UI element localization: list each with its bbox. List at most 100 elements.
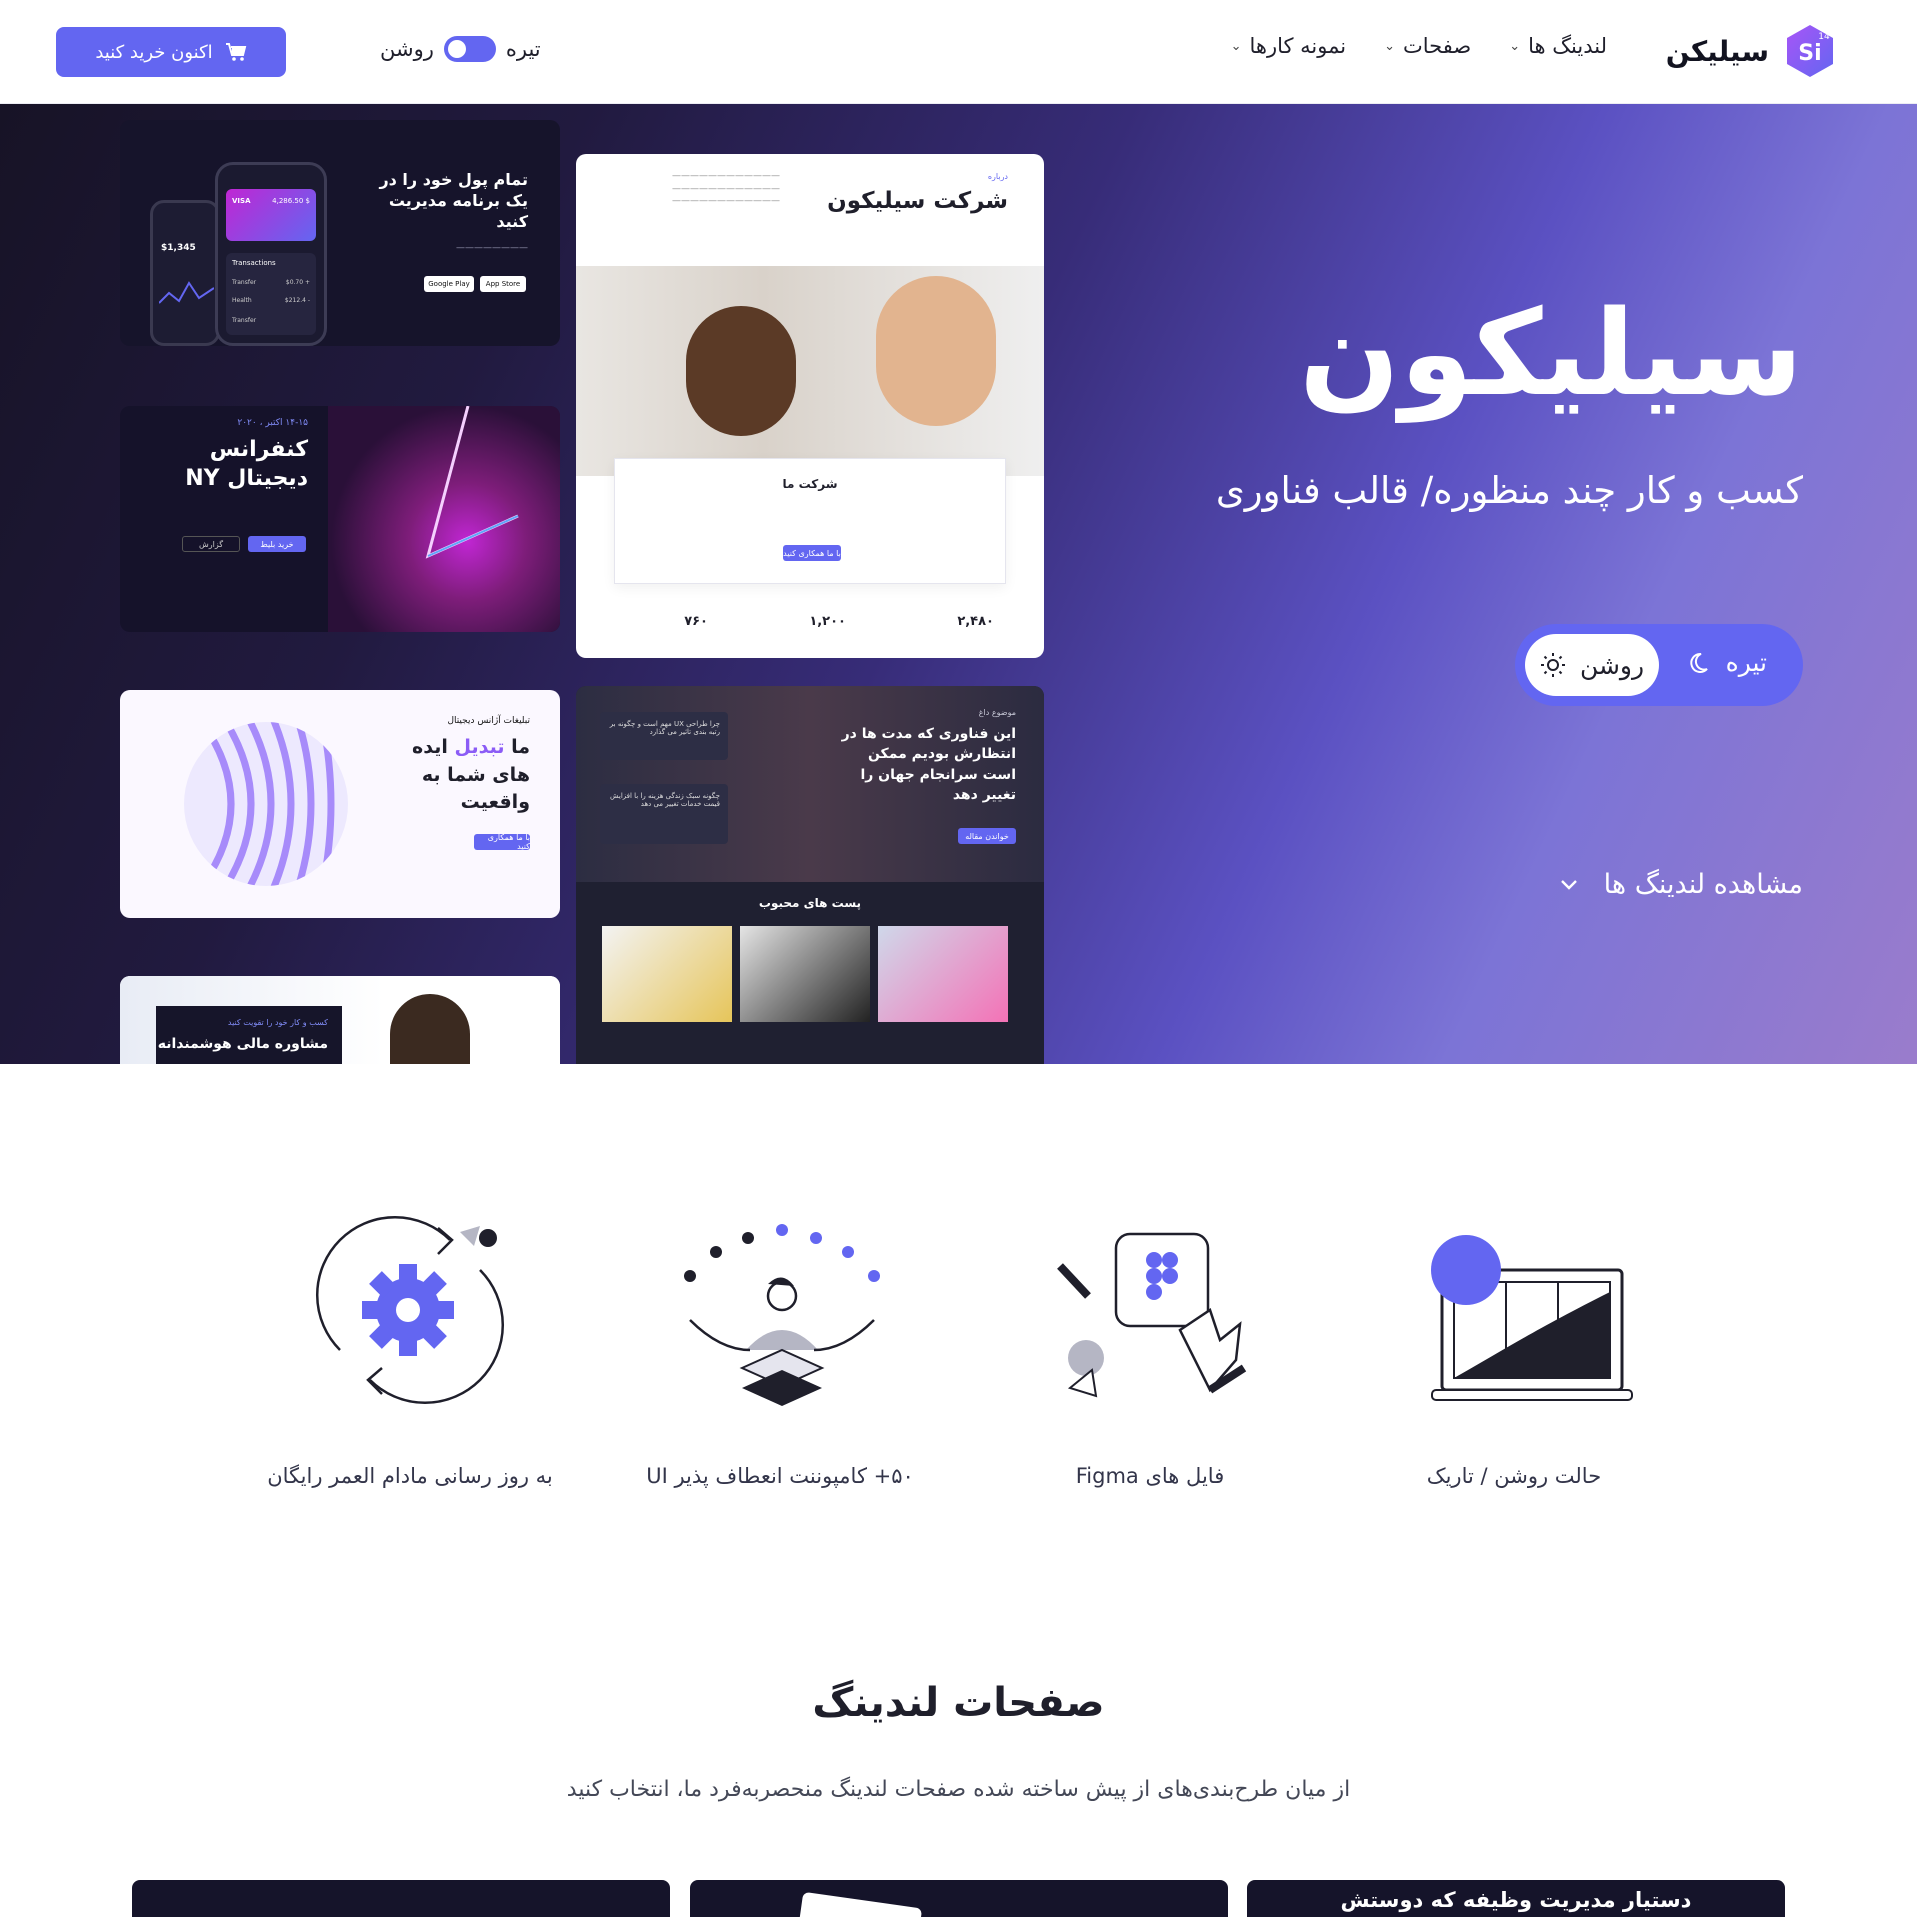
app-store-badge[interactable]: App Store [480, 276, 526, 292]
company-description: ———————————— ———————————— ———————————— [672, 171, 780, 207]
figma-tools-icon [1057, 1232, 1247, 1398]
moon-icon [1689, 652, 1708, 673]
features-section: حالت روشن / تاریک فایل های Figma ۵۰+ کام… [0, 1200, 1917, 1530]
main-nav: لندینگ ها ⌄ صفحات ⌄ نمونه کارها ⌄ [1231, 34, 1607, 58]
chevron-down-icon: ⌄ [1509, 38, 1521, 54]
agency-contact-button[interactable]: با ما همکاری کنید [474, 833, 530, 851]
popular-posts-heading: پست های محبوب [758, 896, 862, 910]
chevron-down-icon: ⌄ [1230, 38, 1242, 54]
conference-preview[interactable]: ۱۴-۱۵ اکتبر ، ۲۰۲۰ کنفرانس دیجیتال NY خر… [120, 406, 560, 632]
mode-dark-option[interactable]: تیره [1686, 648, 1767, 677]
gear-update-icon [316, 1216, 504, 1404]
striped-sphere-image [184, 722, 348, 886]
company-info-box: شرکت ما با ما همکاری کنید [614, 458, 1006, 584]
neon-triangle-image [328, 406, 560, 632]
view-landings-link[interactable]: مشاهده لندینگ ها [1560, 869, 1803, 900]
feature-label: ۵۰+ کامپوننت انعطاف پذیر UI [646, 1464, 914, 1488]
mode-light-label: روشن [1579, 650, 1645, 680]
phone-mockup-back: $1,345 [150, 200, 220, 346]
phone-mini-chart [159, 281, 214, 304]
company-stat: ۷۶۰ [684, 614, 708, 629]
hero-title: سیلیکون [1299, 284, 1805, 422]
feature-label: حالت روشن / تاریک [1426, 1464, 1602, 1488]
mode-toggle[interactable]: تیره روشن [1515, 624, 1803, 706]
agency-title: ما تبدیل ایده های شما به واقعیت [412, 736, 530, 814]
sun-icon [1540, 653, 1565, 677]
finance-app-preview[interactable]: تمام پول خود را در یک برنامه مدیریت کنید… [120, 120, 560, 346]
theme-switch[interactable]: تیره روشن [380, 36, 541, 62]
transactions-panel: Transactions Transfer + $0.70 Health - $… [226, 253, 316, 335]
man-portrait-image [390, 994, 470, 1064]
buy-now-label: اکنون خرید کنید [95, 41, 213, 63]
brand[interactable]: Si 14 سیلیکن [1666, 22, 1839, 80]
blog-side-post[interactable]: چرا طراحی UX مهم است و چگونه بر رتبه بند… [600, 712, 728, 760]
company-preview[interactable]: درباره شرکت سیلیکون ———————————— ————————… [576, 154, 1044, 658]
agency-kicker: تبلیغات آژانس دیجیتال [447, 716, 530, 726]
landing-preview-card[interactable]: دستیار مدیریت وظیفه که دوستش [1247, 1880, 1785, 1917]
juggling-person-icon [684, 1224, 880, 1406]
view-landings-label: مشاهده لندینگ ها [1603, 869, 1803, 900]
buy-now-button[interactable]: اکنون خرید کنید [56, 27, 286, 77]
blog-preview[interactable]: موضوع داغ این فناوری که مدت ها در انتظار… [576, 686, 1044, 1064]
conference-secondary-button[interactable]: گزارش [182, 536, 240, 552]
conference-title: کنفرانس دیجیتال NY [185, 437, 308, 491]
hero-section: تمام پول خود را در یک برنامه مدیریت کنید… [0, 104, 1917, 1064]
post-thumb[interactable] [740, 926, 870, 1022]
preview-mockup-image [797, 1891, 923, 1917]
feature-item: فایل های Figma [1000, 1200, 1300, 1488]
landings-title: صفحات لندینگ [812, 1680, 1105, 1726]
landing-preview-card[interactable] [132, 1880, 670, 1917]
landing-preview-title: دستیار مدیریت وظیفه که دوستش [1340, 1888, 1692, 1912]
chevron-down-icon: ⌄ [1384, 38, 1396, 54]
chevron-down-icon [1560, 879, 1577, 890]
landing-preview-card[interactable] [690, 1880, 1228, 1917]
nav-item-label: صفحات [1403, 34, 1472, 58]
company-kicker: درباره [987, 172, 1008, 181]
blog-kicker: موضوع داغ [978, 708, 1016, 717]
landings-subtitle: از میان طرح‌بندی‌های از پیش ساخته شده صف… [566, 1777, 1351, 1802]
logo-icon: Si 14 [1781, 22, 1839, 80]
svg-text:14: 14 [1818, 32, 1830, 42]
advice-caption-box: کسب و کار خود را تقویت کنید مشاوره مالی … [156, 1006, 342, 1064]
theme-dark-label: تیره [505, 37, 541, 61]
financial-advice-preview[interactable]: کسب و کار خود را تقویت کنید مشاوره مالی … [120, 976, 560, 1064]
conference-date: ۱۴-۱۵ اکتبر ، ۲۰۲۰ [237, 418, 308, 428]
brand-name: سیلیکن [1665, 34, 1769, 68]
nav-item-landings[interactable]: لندینگ ها ⌄ [1509, 34, 1607, 58]
navbar: Si 14 سیلیکن لندینگ ها ⌄ صفحات ⌄ نمونه ک… [0, 0, 1917, 104]
toggle-knob [447, 40, 466, 58]
company-contact-button[interactable]: با ما همکاری کنید [783, 545, 841, 561]
feature-label: به روز رسانی مادام العمر رایگان [267, 1464, 553, 1488]
feature-item: به روز رسانی مادام العمر رایگان [260, 1200, 560, 1488]
finance-title: تمام پول خود را در یک برنامه مدیریت کنید [379, 170, 528, 231]
hero-subtitle: کسب و کار چند منظوره/ قالب فناوری [1215, 469, 1803, 512]
svg-text:Si: Si [1798, 41, 1821, 66]
phone-mockup-front: VISA $ 4,286.50 Transactions Transfer + … [215, 162, 327, 346]
google-play-badge[interactable]: Google Play [424, 276, 474, 292]
nav-item-portfolio[interactable]: نمونه کارها ⌄ [1231, 34, 1347, 58]
nav-item-label: لندینگ ها [1528, 34, 1607, 58]
mode-light-option[interactable]: روشن [1525, 634, 1659, 696]
post-thumb[interactable] [878, 926, 1008, 1022]
feature-item: ۵۰+ کامپوننت انعطاف پذیر UI [630, 1200, 930, 1488]
post-thumb[interactable] [602, 926, 732, 1022]
company-stat: ۱,۲۰۰ [809, 614, 846, 629]
company-title: شرکت سیلیکون [827, 188, 1008, 214]
theme-light-label: روشن [380, 37, 434, 61]
phone-balance: $1,345 [161, 243, 196, 253]
theme-toggle[interactable] [443, 36, 496, 62]
credit-card: VISA $ 4,286.50 [226, 189, 316, 241]
blog-title: این فناوری که مدت ها در انتظارش بودیم مم… [841, 726, 1016, 803]
feature-item: حالت روشن / تاریک [1364, 1200, 1664, 1488]
nav-item-label: نمونه کارها [1249, 34, 1347, 58]
team-photo [576, 266, 1044, 476]
conference-ticket-button[interactable]: خرید بلیط [248, 536, 306, 552]
agency-preview[interactable]: تبلیغات آژانس دیجیتال ما تبدیل ایده های … [120, 690, 560, 918]
mode-dark-label: تیره [1725, 648, 1767, 677]
cart-icon [225, 43, 246, 61]
feature-label: فایل های Figma [1075, 1464, 1225, 1488]
nav-item-pages[interactable]: صفحات ⌄ [1384, 34, 1471, 58]
blog-read-button[interactable]: خواندن مقاله [958, 828, 1016, 844]
blog-side-post[interactable]: چگونه سبک زندگی هزینه را با افزایش قیمت … [600, 784, 728, 844]
laptop-chart-icon [1431, 1235, 1633, 1401]
